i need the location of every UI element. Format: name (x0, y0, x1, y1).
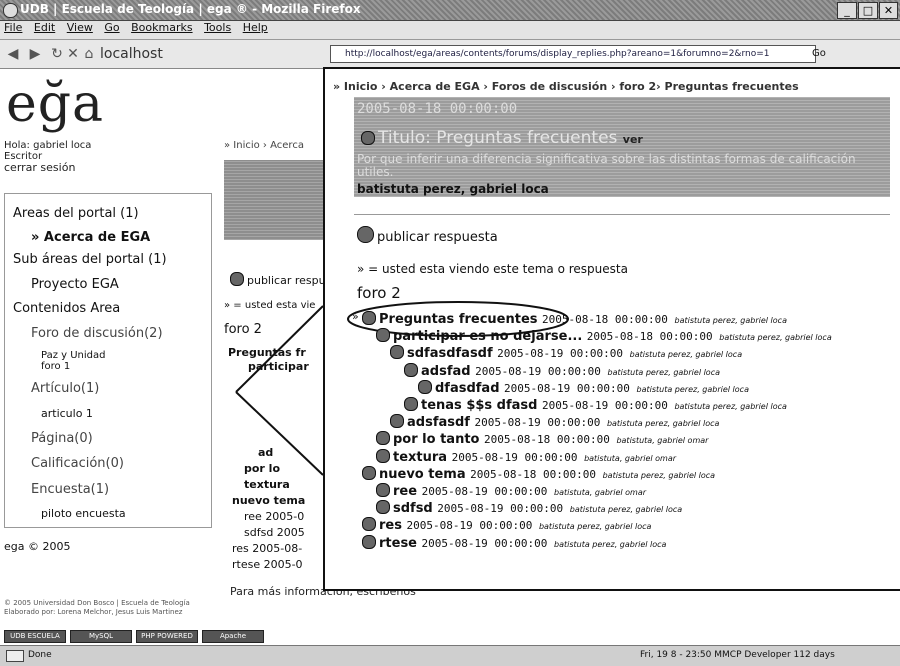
reply-date: 2005-08-19 00:00:00 (421, 536, 554, 550)
reply-item[interactable]: rtese 2005-08-19 00:00:00 batistuta pere… (362, 534, 667, 551)
reply-title[interactable]: dfasdfad (435, 381, 504, 396)
reply-item[interactable]: adsfad 2005-08-19 00:00:00 batistuta per… (404, 362, 720, 379)
reply-title[interactable]: adsfasdf (407, 415, 474, 430)
reply-icon (376, 500, 390, 515)
reply-author: batistuta perez, gabriel loca (606, 419, 720, 429)
reply-icon (404, 362, 418, 377)
reply-icon (362, 465, 376, 480)
reply-icon (362, 311, 376, 325)
current-marker-icon: » (352, 310, 359, 323)
reply-date: 2005-08-19 00:00:00 (451, 450, 585, 464)
reply-icon (376, 483, 390, 497)
reply-item[interactable]: participar es no dejarse... 2005-08-18 0… (376, 328, 832, 344)
reply-item[interactable]: res 2005-08-19 00:00:00 batistuta perez,… (362, 517, 651, 533)
reply-icon (376, 431, 390, 446)
reply-author: batistuta perez, gabriel loca (629, 350, 743, 360)
reply-item[interactable]: nuevo tema 2005-08-18 00:00:00 batistuta… (362, 465, 716, 482)
reply-icon (418, 379, 432, 394)
reply-author: batistuta perez, gabriel loca (553, 539, 667, 549)
reply-date: 2005-08-19 00:00:00 (541, 399, 675, 412)
reply-item[interactable]: sdfsd 2005-08-19 00:00:00 batistuta pere… (376, 500, 682, 516)
reply-icon (390, 345, 404, 360)
reply-title[interactable]: tenas $$s dfasd (421, 398, 542, 413)
reply-title[interactable]: textura (393, 450, 452, 465)
reply-date: 2005-08-19 00:00:00 (406, 519, 539, 533)
reply-date: 2005-08-19 00:00:00 (437, 502, 570, 516)
reply-author: batistuta perez, gabriel loca (538, 522, 652, 532)
reply-date: 2005-08-18 00:00:00 (470, 467, 603, 481)
reply-icon (362, 534, 376, 549)
reply-title[interactable]: res (379, 518, 407, 533)
reply-icon (404, 397, 418, 411)
reply-title[interactable]: sdfsd (393, 501, 437, 516)
reply-date: 2005-08-19 00:00:00 (475, 364, 608, 378)
reply-author: batistuta perez, gabriel loca (602, 470, 716, 480)
reply-title[interactable]: por lo tanto (393, 432, 484, 447)
reply-date: 2005-08-18 00:00:00 (586, 330, 720, 344)
reply-title[interactable]: sdfasdfasdf (407, 346, 497, 361)
reply-title[interactable]: adsfad (421, 364, 475, 379)
reply-item[interactable]: Preguntas frecuentes 2005-08-18 00:00:00… (362, 311, 787, 327)
reply-icon (376, 328, 390, 343)
reply-icon (390, 414, 404, 429)
reply-date: 2005-08-19 00:00:00 (497, 347, 630, 361)
reply-author: batistuta perez, gabriel loca (719, 333, 832, 343)
reply-author: batistuta, gabriel omar (616, 436, 709, 446)
reply-author: batistuta perez, gabriel loca (674, 402, 787, 411)
reply-author: batistuta perez, gabriel loca (674, 316, 787, 325)
reply-date: 2005-08-19 00:00:00 (474, 416, 607, 430)
reply-author: batistuta perez, gabriel loca (636, 384, 749, 394)
reply-date: 2005-08-19 00:00:00 (504, 381, 637, 395)
reply-item[interactable]: adsfasdf 2005-08-19 00:00:00 batistuta p… (390, 414, 719, 430)
reply-author: batistuta, gabriel omar (584, 453, 677, 463)
reply-title[interactable]: participar es no dejarse... (393, 329, 587, 344)
reply-title[interactable]: Preguntas frecuentes (379, 312, 542, 327)
reply-icon (362, 517, 376, 532)
reply-author: batistuta perez, gabriel loca (607, 367, 720, 377)
reply-date: 2005-08-18 00:00:00 (542, 313, 675, 326)
reply-title[interactable]: ree (393, 484, 422, 499)
reply-item[interactable]: tenas $$s dfasd 2005-08-19 00:00:00 bati… (404, 397, 787, 413)
reply-date: 2005-08-19 00:00:00 (421, 485, 555, 498)
reply-author: batistuta perez, gabriel loca (569, 505, 683, 515)
reply-icon (376, 448, 390, 463)
reply-item[interactable]: dfasdfad 2005-08-19 00:00:00 batistuta p… (418, 379, 749, 396)
reply-author: batistuta, gabriel omar (554, 488, 647, 497)
reply-item[interactable]: textura 2005-08-19 00:00:00 batistuta, g… (376, 448, 677, 465)
reply-title[interactable]: rtese (379, 536, 422, 551)
reply-date: 2005-08-18 00:00:00 (484, 433, 617, 447)
reply-title[interactable]: nuevo tema (379, 467, 470, 482)
reply-item[interactable]: por lo tanto 2005-08-18 00:00:00 batistu… (376, 431, 708, 447)
reply-item[interactable]: sdfasdfasdf 2005-08-19 00:00:00 batistut… (390, 345, 742, 361)
reply-item[interactable]: ree 2005-08-19 00:00:00 batistuta, gabri… (376, 483, 646, 499)
